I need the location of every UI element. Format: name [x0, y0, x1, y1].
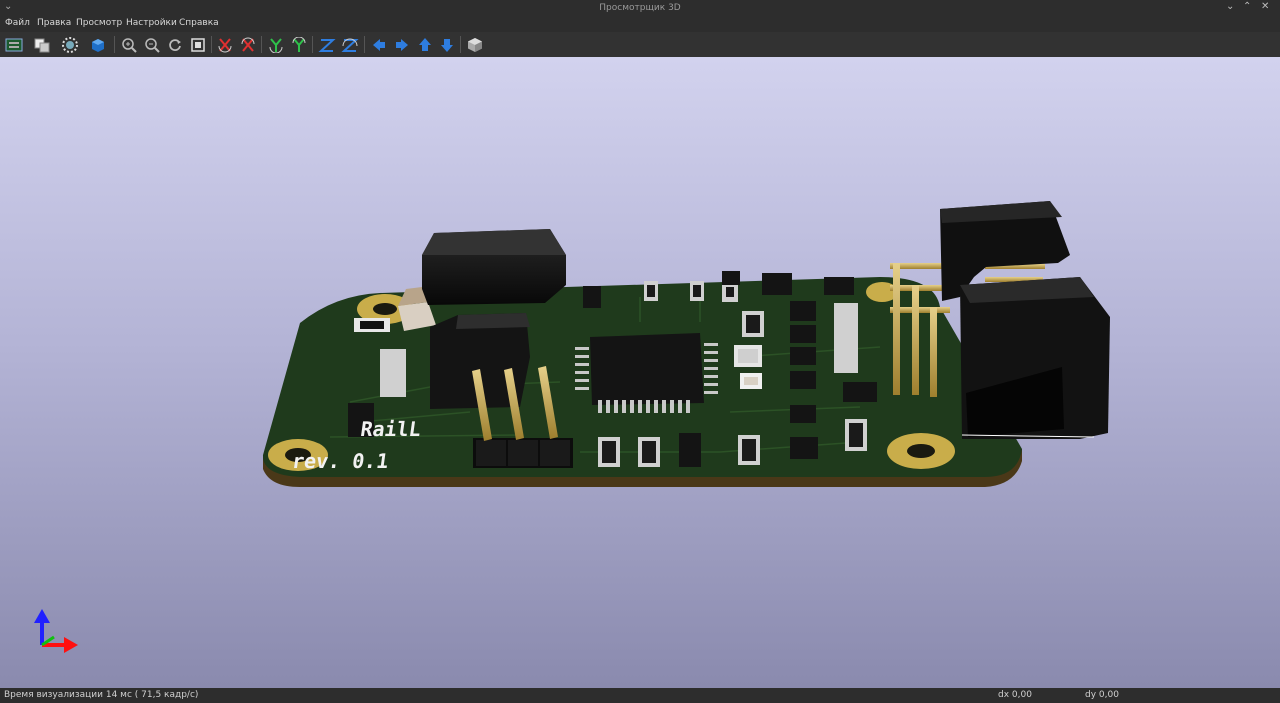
microcontroller	[575, 333, 718, 413]
pcb-3d-render[interactable]: RailL rev. 0.1	[0, 57, 1280, 688]
menu-edit[interactable]: Правка	[37, 18, 71, 28]
dx-readout: dx 0,00	[998, 690, 1032, 700]
close-icon[interactable]: ✕	[1261, 1, 1269, 12]
render-time: Время визуализации 14 мс ( 71,5 кадр/с)	[4, 690, 199, 700]
status-bar: Время визуализации 14 мс ( 71,5 кадр/с) …	[0, 688, 1280, 703]
rotate-z-cw-icon[interactable]	[317, 35, 337, 54]
zoom-fit-icon[interactable]	[188, 35, 208, 54]
dy-readout: dy 0,00	[1085, 690, 1119, 700]
axis-gizmo	[34, 609, 78, 653]
rotate-y-cw-icon[interactable]	[266, 35, 286, 54]
zoom-in-icon[interactable]	[119, 35, 139, 54]
raytracing-icon[interactable]	[88, 35, 108, 54]
menu-file[interactable]: Файл	[5, 18, 30, 28]
rotate-x-cw-icon[interactable]	[215, 35, 235, 54]
render-options-icon[interactable]	[60, 35, 80, 54]
menu-bar: Файл Правка Просмотр Настройки Справка	[0, 17, 1280, 32]
idc-connector	[940, 201, 1110, 439]
menu-help[interactable]: Справка	[179, 18, 219, 28]
menu-settings[interactable]: Настройки	[126, 18, 177, 28]
move-down-icon[interactable]	[437, 35, 457, 54]
maximize-icon[interactable]: ⌃	[1243, 1, 1251, 12]
rotate-x-ccw-icon[interactable]	[238, 35, 258, 54]
copy-image-icon[interactable]	[32, 35, 52, 54]
minimize-icon[interactable]: ⌄	[1226, 1, 1234, 12]
move-left-icon[interactable]	[369, 35, 389, 54]
silkscreen-rev: rev. 0.1	[291, 449, 391, 473]
rotate-z-ccw-icon[interactable]	[340, 35, 360, 54]
menu-view[interactable]: Просмотр	[76, 18, 122, 28]
ortho-view-icon[interactable]	[465, 35, 485, 54]
toolbar	[0, 32, 1280, 58]
redraw-icon[interactable]	[165, 35, 185, 54]
move-right-icon[interactable]	[392, 35, 412, 54]
rotate-y-ccw-icon[interactable]	[289, 35, 309, 54]
silkscreen-name: RailL	[359, 417, 423, 441]
window-title: Просмотрщик 3D	[599, 3, 681, 13]
3d-viewport[interactable]: RailL rev. 0.1	[0, 57, 1280, 688]
zoom-out-icon[interactable]	[142, 35, 162, 54]
move-up-icon[interactable]	[415, 35, 435, 54]
reload-board-icon[interactable]	[4, 35, 24, 54]
title-bar: ⌄ Просмотрщик 3D ⌄ ⌃ ✕	[0, 0, 1280, 17]
